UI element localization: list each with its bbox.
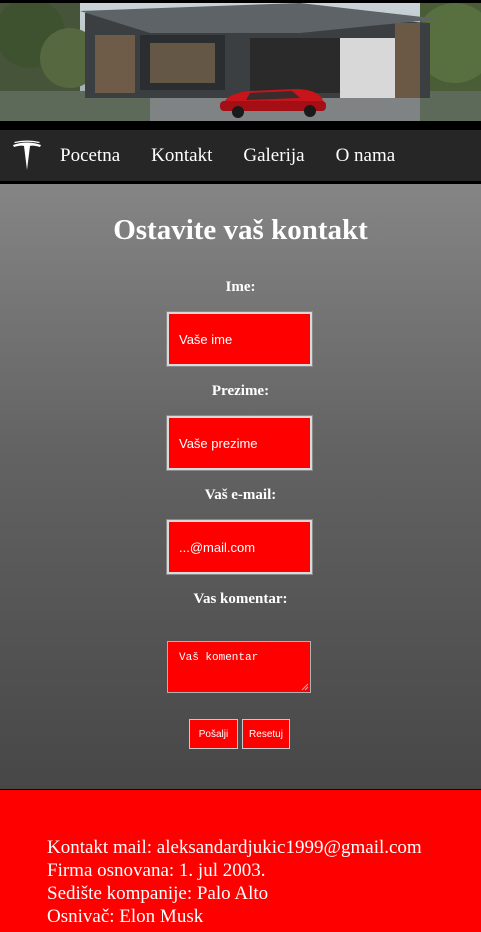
- nav-item-kontakt[interactable]: Kontakt: [151, 145, 212, 167]
- hero-image: [0, 0, 481, 124]
- name-label: Ime:: [225, 279, 256, 295]
- nav-item-o-nama[interactable]: O nama: [336, 145, 396, 167]
- page-title: Ostavite vaš kontakt: [113, 214, 368, 246]
- name-input[interactable]: Vaše ime: [166, 311, 313, 367]
- surname-label: Prezime:: [211, 383, 270, 399]
- footer-founded: Firma osnovana: 1. jul 2003.: [47, 860, 266, 881]
- nav-item-pocetna[interactable]: Pocetna: [60, 145, 120, 167]
- resize-grip-icon[interactable]: [301, 683, 309, 691]
- footer-contact-mail: Kontakt mail: aleksandardjukic1999@gmail…: [47, 837, 422, 858]
- contact-form-section: Ostavite vaš kontakt Ime: Vaše ime Prezi…: [0, 184, 481, 789]
- submit-button[interactable]: Pošalji: [189, 719, 238, 749]
- footer: Kontakt mail: aleksandardjukic1999@gmail…: [0, 790, 481, 932]
- footer-headquarters: Sedište kompanije: Palo Alto: [47, 883, 269, 904]
- tesla-logo-icon[interactable]: [6, 136, 48, 176]
- comment-label: Vas komentar:: [193, 591, 288, 607]
- surname-input[interactable]: Vaše prezime: [166, 415, 313, 471]
- email-label: Vaš e-mail:: [204, 487, 277, 503]
- comment-placeholder: Vaš komentar: [179, 652, 259, 664]
- navbar: Pocetna Kontakt Galerija O nama: [0, 128, 481, 183]
- email-input[interactable]: ...@mail.com: [166, 519, 313, 575]
- footer-info: Kontakt mail: aleksandardjukic1999@gmail…: [47, 836, 422, 928]
- footer-founder: Osnivač: Elon Musk: [47, 906, 204, 927]
- reset-button[interactable]: Resetuj: [242, 719, 290, 749]
- nav-item-galerija[interactable]: Galerija: [243, 145, 304, 167]
- comment-textarea[interactable]: Vaš komentar: [167, 641, 311, 693]
